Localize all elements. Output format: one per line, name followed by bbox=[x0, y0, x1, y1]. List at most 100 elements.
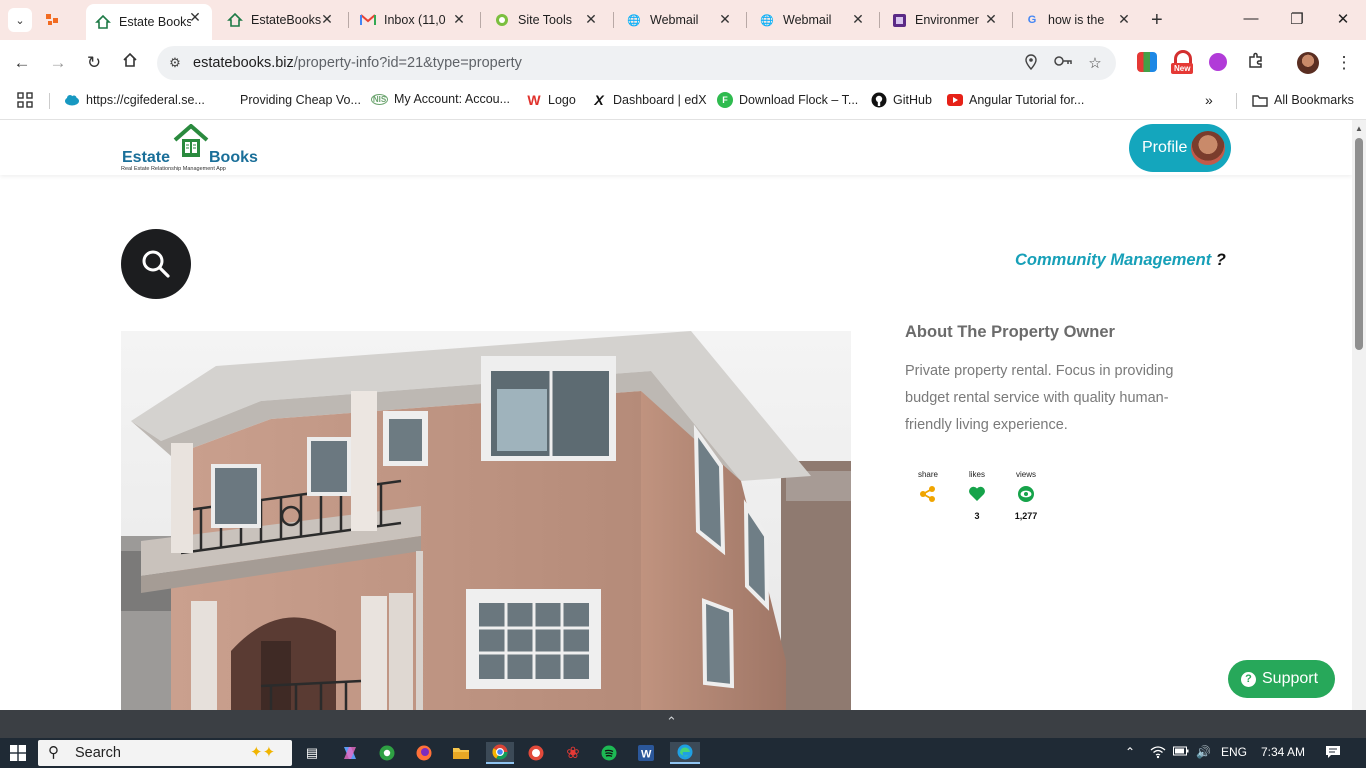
forward-arrow-icon[interactable]: → bbox=[47, 52, 69, 74]
notifications-icon[interactable] bbox=[1325, 745, 1341, 762]
clock[interactable]: 7:34 AM bbox=[1261, 745, 1305, 759]
all-bookmarks-folder[interactable]: All Bookmarks bbox=[1252, 92, 1354, 108]
tab-separator bbox=[879, 12, 880, 28]
back-to-top-chevron-icon[interactable]: ⌃ bbox=[666, 714, 677, 730]
new-badge-extension-icon[interactable]: New bbox=[1171, 50, 1195, 76]
bookmark-providing-cheap[interactable]: Providing Cheap Vo... bbox=[218, 92, 361, 108]
language-indicator[interactable]: ENG bbox=[1221, 745, 1247, 759]
wifi-icon[interactable] bbox=[1150, 745, 1166, 762]
location-pin-icon[interactable] bbox=[1021, 54, 1041, 74]
community-management-link[interactable]: Community Management ? bbox=[1015, 251, 1226, 270]
w-logo-icon: W bbox=[527, 92, 541, 108]
close-icon[interactable]: ✕ bbox=[716, 11, 734, 28]
task-view-icon[interactable]: ▤ bbox=[300, 742, 324, 764]
bookmark-github[interactable]: GitHub bbox=[871, 92, 932, 108]
word-icon[interactable]: W bbox=[634, 742, 658, 764]
tab-title: Webmail bbox=[650, 13, 699, 27]
bookmark-star-icon[interactable]: ☆ bbox=[1085, 54, 1105, 72]
green-chrome-app-icon[interactable] bbox=[375, 742, 399, 764]
close-icon[interactable]: ✕ bbox=[582, 11, 600, 28]
tab-inbox[interactable]: Inbox (11,0 ✕ bbox=[350, 6, 476, 34]
apps-grid-icon[interactable] bbox=[17, 92, 33, 108]
tab-webmail-2[interactable]: 🌐 Webmail ✕ bbox=[749, 6, 875, 34]
windows-start-icon[interactable] bbox=[10, 745, 26, 761]
battery-icon[interactable] bbox=[1173, 745, 1189, 760]
sparkle-icon: ✦✦ bbox=[250, 744, 276, 761]
tab-site-tools[interactable]: Site Tools ✕ bbox=[482, 6, 608, 34]
bookmarks-overflow-chevron-icon[interactable]: » bbox=[1205, 92, 1213, 108]
likes-stat[interactable]: likes 3 bbox=[957, 470, 997, 521]
about-owner-text: Private property rental. Focus in provid… bbox=[905, 363, 1174, 433]
tab-webmail-1[interactable]: 🌐 Webmail ✕ bbox=[616, 6, 742, 34]
maple-leaf-icon[interactable]: ❀ bbox=[561, 742, 585, 764]
page-scrollbar[interactable]: ▲ bbox=[1352, 120, 1366, 710]
bookmark-my-account[interactable]: NIS My Account: Accou... bbox=[371, 92, 510, 106]
share-stat[interactable]: share bbox=[908, 470, 948, 511]
close-icon[interactable]: ✕ bbox=[849, 11, 867, 28]
edge-icon[interactable] bbox=[670, 742, 700, 764]
color-grid-extension-icon[interactable] bbox=[1137, 52, 1157, 72]
copilot-icon[interactable] bbox=[338, 742, 362, 764]
site-info-tune-icon[interactable]: ⚙ bbox=[165, 53, 185, 73]
share-icon bbox=[919, 485, 937, 503]
new-tab-plus-icon[interactable]: + bbox=[1151, 9, 1163, 32]
tab-title: EstateBooks bbox=[251, 13, 322, 27]
reload-icon[interactable]: ↻ bbox=[83, 52, 105, 74]
spotify-icon[interactable] bbox=[597, 742, 621, 764]
bookmark-flock[interactable]: F Download Flock – T... bbox=[717, 92, 858, 108]
logo-word-estate: Estate bbox=[122, 149, 171, 166]
taskbar-search-box[interactable]: ⚲ Search ✦✦ bbox=[38, 740, 292, 766]
security-app-icon[interactable] bbox=[524, 742, 548, 764]
chrome-icon[interactable] bbox=[486, 742, 514, 764]
tab-title: Inbox (11,0 bbox=[384, 13, 446, 27]
tab-title: Environmer bbox=[915, 13, 979, 27]
restore-icon[interactable]: ❐ bbox=[1287, 10, 1307, 28]
extensions-puzzle-icon[interactable] bbox=[1244, 52, 1266, 74]
estatebooks-logo[interactable]: Estate Books Real Estate Relationship Ma… bbox=[121, 124, 266, 172]
back-arrow-icon[interactable]: ← bbox=[11, 52, 33, 74]
logo-tagline: Real Estate Relationship Management App bbox=[121, 166, 226, 172]
bookmark-edx-dashboard[interactable]: X Dashboard | edX bbox=[591, 92, 706, 108]
file-explorer-icon[interactable] bbox=[449, 742, 473, 764]
search-button[interactable] bbox=[121, 229, 191, 299]
tab-environment[interactable]: Environmer ✕ bbox=[882, 6, 1008, 34]
tab-search-chevron-icon[interactable]: ⌄ bbox=[8, 8, 32, 32]
bookmark-angular-tutorial[interactable]: Angular Tutorial for... bbox=[947, 92, 1084, 108]
search-icon bbox=[142, 250, 170, 278]
tab-estate-books[interactable]: Estate Books ✕ bbox=[86, 4, 212, 40]
views-stat[interactable]: views 1,277 bbox=[1006, 470, 1046, 521]
window-close-icon[interactable]: ✕ bbox=[1333, 10, 1353, 28]
site-tools-icon bbox=[494, 12, 510, 28]
firefox-icon[interactable] bbox=[412, 742, 436, 764]
avatar bbox=[1191, 131, 1225, 165]
close-icon[interactable]: ✕ bbox=[318, 11, 336, 28]
bookmark-logo[interactable]: W Logo bbox=[526, 92, 575, 108]
close-icon[interactable]: ✕ bbox=[450, 11, 468, 28]
about-owner-heading: About The Property Owner bbox=[905, 323, 1115, 341]
scroll-up-arrow-icon[interactable]: ▲ bbox=[1355, 124, 1363, 133]
support-button[interactable]: ? Support bbox=[1228, 660, 1335, 698]
close-icon[interactable]: ✕ bbox=[982, 11, 1000, 28]
tab-pinned[interactable] bbox=[44, 6, 84, 34]
tray-chevron-up-icon[interactable]: ⌃ bbox=[1125, 745, 1135, 759]
address-bar[interactable]: ⚙ estatebooks.biz/property-info?id=21&ty… bbox=[157, 46, 1116, 80]
site-header: Estate Books Real Estate Relationship Ma… bbox=[0, 120, 1352, 175]
page-viewport: Estate Books Real Estate Relationship Ma… bbox=[0, 120, 1352, 710]
tab-title: Site Tools bbox=[518, 13, 572, 27]
kebab-menu-icon[interactable]: ⋮ bbox=[1333, 52, 1355, 74]
close-icon[interactable]: ✕ bbox=[1115, 11, 1133, 28]
scroll-thumb[interactable] bbox=[1355, 138, 1363, 350]
profile-avatar-icon[interactable] bbox=[1297, 52, 1319, 74]
password-key-icon[interactable] bbox=[1053, 54, 1073, 71]
tab-estatebooks[interactable]: EstateBooks ✕ bbox=[218, 6, 344, 34]
close-icon[interactable]: ✕ bbox=[186, 9, 204, 26]
folder-icon bbox=[1252, 92, 1268, 108]
profile-button[interactable]: Profile bbox=[1129, 124, 1231, 172]
bookmark-cgifederal[interactable]: https://cgifederal.se... bbox=[64, 92, 205, 108]
tab-separator bbox=[1012, 12, 1013, 28]
tab-google-search[interactable]: G how is the ✕ bbox=[1015, 6, 1141, 34]
minimize-icon[interactable]: — bbox=[1241, 10, 1261, 27]
volume-icon[interactable]: 🔊 bbox=[1196, 745, 1211, 759]
purple-circle-extension-icon[interactable] bbox=[1209, 53, 1227, 71]
home-icon[interactable] bbox=[119, 52, 141, 74]
